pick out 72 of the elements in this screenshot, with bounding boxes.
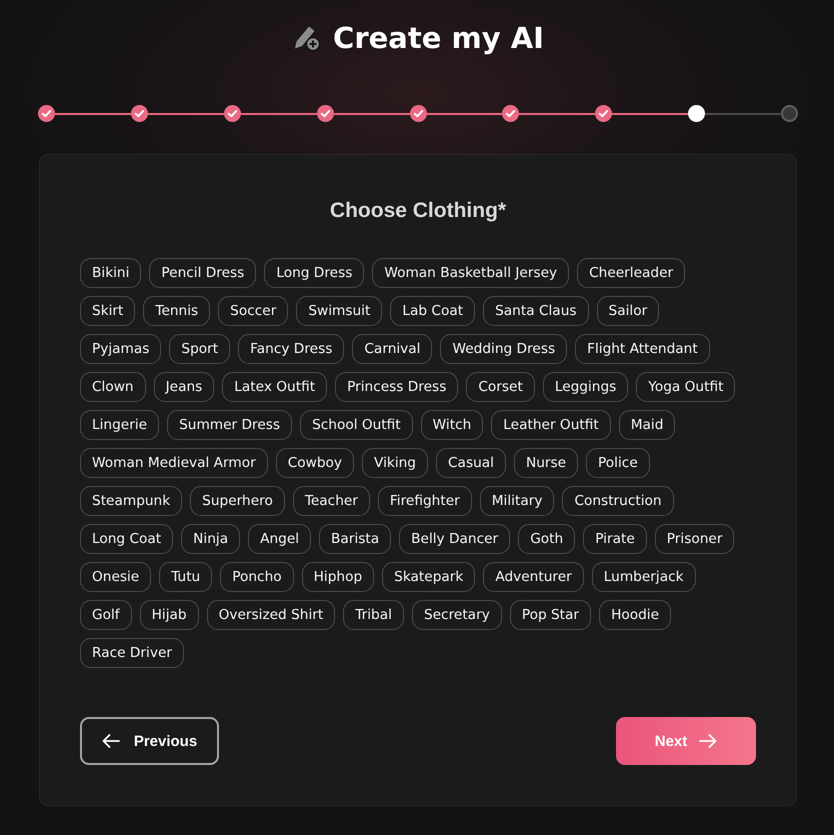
option-chip[interactable]: School Outfit bbox=[300, 410, 413, 440]
option-chip[interactable]: Cheerleader bbox=[577, 258, 686, 288]
option-chip[interactable]: Pop Star bbox=[510, 600, 592, 630]
option-chip[interactable]: Hijab bbox=[140, 600, 199, 630]
option-chip[interactable]: Long Dress bbox=[264, 258, 364, 288]
option-chip[interactable]: Maid bbox=[618, 410, 676, 440]
option-chip[interactable]: Leggings bbox=[542, 372, 628, 402]
option-chip[interactable]: Nurse bbox=[514, 448, 578, 478]
option-chip[interactable]: Sailor bbox=[596, 296, 660, 326]
option-chip[interactable]: Race Driver bbox=[80, 638, 184, 668]
option-chip[interactable]: Jeans bbox=[154, 372, 214, 402]
option-chip[interactable]: Latex Outfit bbox=[222, 372, 328, 402]
option-chip[interactable]: Pencil Dress bbox=[149, 258, 256, 288]
option-chip[interactable]: Tribal bbox=[343, 600, 404, 630]
option-chip[interactable]: Onesie bbox=[80, 562, 152, 592]
option-chip[interactable]: Long Coat bbox=[80, 524, 174, 554]
pencil-plus-icon bbox=[292, 25, 322, 51]
option-chip[interactable]: Sport bbox=[169, 334, 230, 364]
option-chip[interactable]: Ninja bbox=[181, 524, 240, 554]
option-chip[interactable]: Carnival bbox=[352, 334, 432, 364]
option-chip[interactable]: Soccer bbox=[218, 296, 288, 326]
option-chip[interactable]: Skatepark bbox=[382, 562, 476, 592]
option-chip[interactable]: Secretary bbox=[412, 600, 502, 630]
option-chip[interactable]: Barista bbox=[319, 524, 392, 554]
option-chip[interactable]: Wedding Dress bbox=[440, 334, 568, 364]
option-chip[interactable]: Adventurer bbox=[483, 562, 584, 592]
option-chip[interactable]: Lab Coat bbox=[390, 296, 476, 326]
option-chip[interactable]: Lumberjack bbox=[592, 562, 696, 592]
option-chip[interactable]: Pirate bbox=[583, 524, 647, 554]
option-chip[interactable]: Angel bbox=[248, 524, 312, 554]
option-chip[interactable]: Tutu bbox=[159, 562, 212, 592]
option-chip[interactable]: Superhero bbox=[190, 486, 285, 516]
section-heading: Choose Clothing* bbox=[328, 198, 508, 224]
option-chip[interactable]: Skirt bbox=[80, 296, 136, 326]
option-chip[interactable]: Santa Claus bbox=[483, 296, 589, 326]
option-chip[interactable]: Viking bbox=[362, 448, 428, 478]
option-chip[interactable]: Military bbox=[480, 486, 554, 516]
option-chip[interactable]: Teacher bbox=[292, 486, 370, 516]
option-chip[interactable]: Flight Attendant bbox=[575, 334, 710, 364]
previous-button[interactable]: Previous bbox=[80, 717, 219, 765]
option-chip[interactable]: Casual bbox=[436, 448, 506, 478]
option-chip[interactable]: Pyjamas bbox=[80, 334, 162, 364]
option-chip[interactable]: Prisoner bbox=[654, 524, 734, 554]
option-chip[interactable]: Leather Outfit bbox=[491, 410, 611, 440]
option-chip[interactable]: Clown bbox=[80, 372, 146, 402]
option-chip[interactable]: Hoodie bbox=[599, 600, 672, 630]
option-chip[interactable]: Cowboy bbox=[276, 448, 354, 478]
option-chip[interactable]: Poncho bbox=[220, 562, 294, 592]
option-chip[interactable]: Woman Basketball Jersey bbox=[372, 258, 570, 288]
option-chip[interactable]: Corset bbox=[466, 372, 535, 402]
option-chip[interactable]: Princess Dress bbox=[335, 372, 458, 402]
option-chip[interactable]: Oversized Shirt bbox=[206, 600, 336, 630]
option-chip[interactable]: Tennis bbox=[143, 296, 210, 326]
option-chip[interactable]: Belly Dancer bbox=[399, 524, 510, 554]
option-chip[interactable]: Yoga Outfit bbox=[636, 372, 736, 402]
option-chip[interactable]: Fancy Dress bbox=[238, 334, 344, 364]
option-chip[interactable]: Woman Medieval Armor bbox=[80, 448, 268, 478]
option-chip[interactable]: Steampunk bbox=[80, 486, 182, 516]
option-chip[interactable]: Police bbox=[586, 448, 650, 478]
option-chip[interactable]: Witch bbox=[420, 410, 484, 440]
page-title: Create my AI bbox=[333, 20, 544, 57]
option-chip[interactable]: Bikini bbox=[80, 258, 142, 288]
option-chip[interactable]: Swimsuit bbox=[296, 296, 382, 326]
option-chip[interactable]: Summer Dress bbox=[167, 410, 292, 440]
option-chip[interactable]: Lingerie bbox=[80, 410, 160, 440]
option-chip[interactable]: Golf bbox=[80, 600, 132, 630]
arrow-right-icon bbox=[699, 734, 718, 748]
option-chip[interactable]: Hiphop bbox=[302, 562, 374, 592]
option-chip[interactable]: Firefighter bbox=[378, 486, 472, 516]
arrow-left-icon bbox=[102, 734, 120, 748]
option-chip[interactable]: Construction bbox=[562, 486, 674, 516]
option-chip[interactable]: Goth bbox=[518, 524, 576, 554]
